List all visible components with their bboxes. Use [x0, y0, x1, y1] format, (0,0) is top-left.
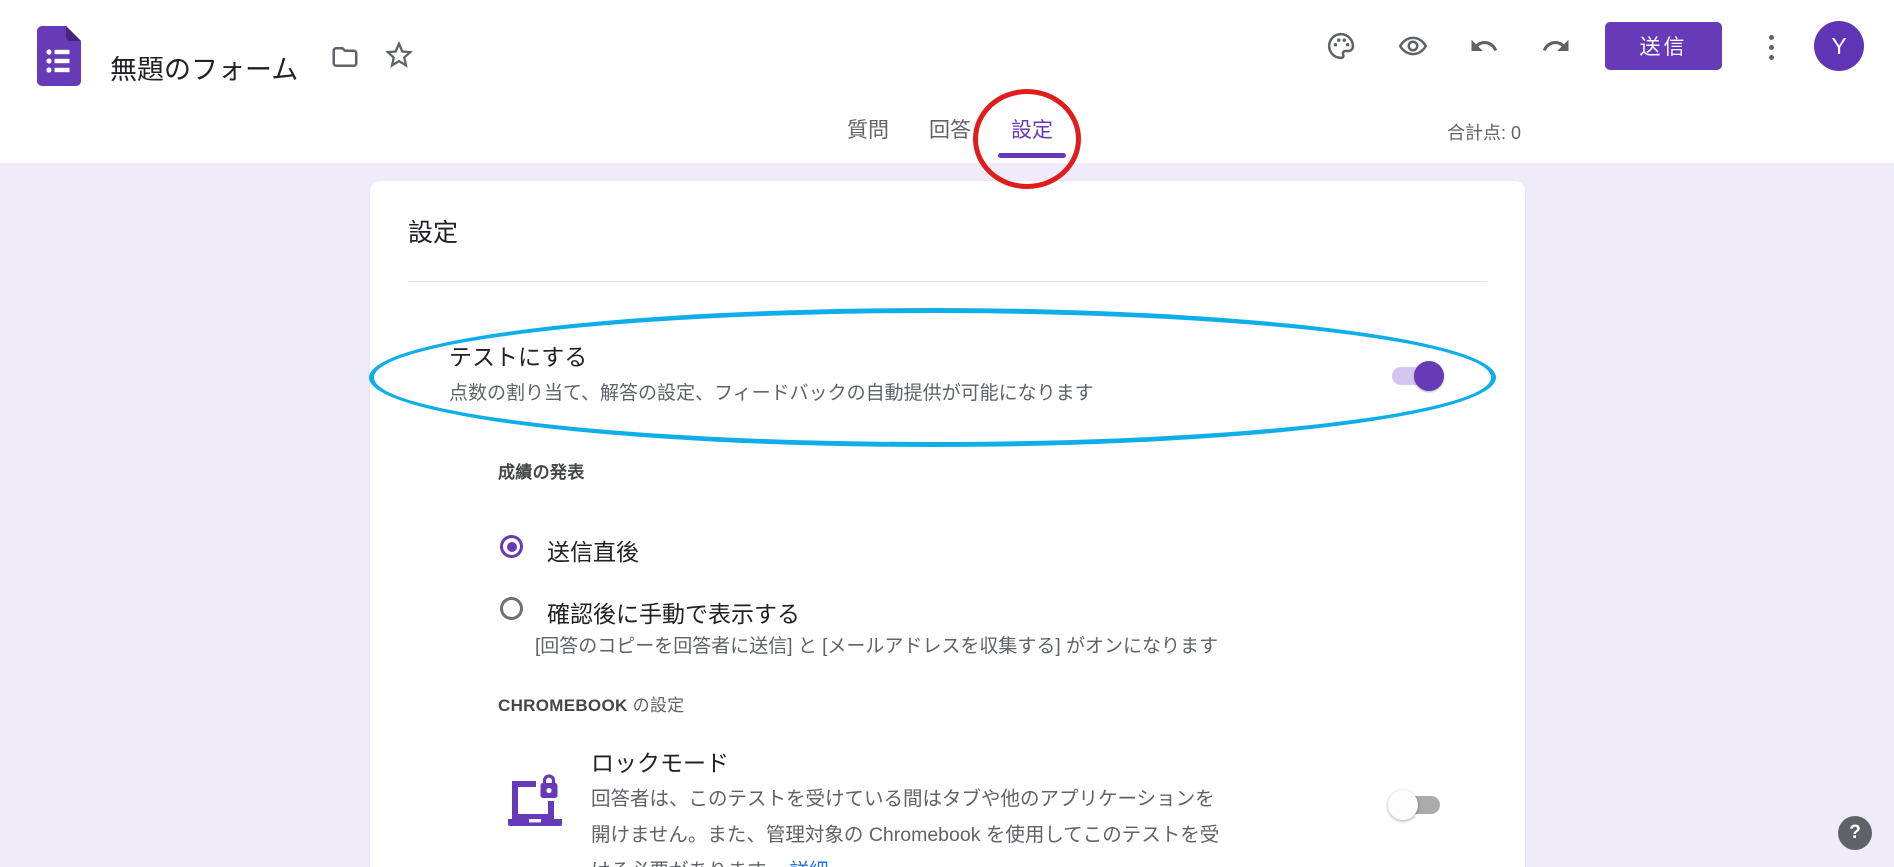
chromebook-label-caps: CHROMEBOOK [498, 696, 628, 715]
star-icon[interactable] [384, 40, 414, 70]
radio-release-immediately[interactable] [500, 535, 523, 558]
lock-mode-desc-line2: 開けません。また、管理対象の Chromebook を使用してこのテストを受 [591, 824, 1219, 846]
tab-questions-label: 質問 [847, 119, 889, 142]
grade-release-label: 成績の発表 [498, 458, 585, 483]
tab-responses-label: 回答 [929, 119, 971, 142]
tab-responses[interactable]: 回答 [929, 114, 971, 144]
quiz-mode-description: 点数の割り当て、解答の設定、フィードバックの自動提供が可能になります [449, 378, 1094, 405]
tab-settings[interactable]: 設定 [1011, 114, 1053, 144]
learn-more-link[interactable]: 詳細 [789, 860, 828, 867]
lock-mode-description: 回答者は、このテストを受けている間はタブや他のアプリケーションを 開けません。ま… [591, 781, 1219, 867]
active-tab-underline [998, 153, 1066, 158]
lock-mode-toggle[interactable] [1388, 789, 1444, 821]
radio-release-manually-note: [回答のコピーを回答者に送信] と [メールアドレスを収集する] がオンになりま… [535, 631, 1218, 658]
settings-card: 設定 テストにする 点数の割り当て、解答の設定、フィードバックの自動提供が可能に… [370, 181, 1525, 867]
form-title[interactable]: 無題のフォーム [110, 48, 298, 87]
account-avatar[interactable]: Y [1814, 21, 1864, 71]
send-button[interactable]: 送信 [1605, 22, 1722, 70]
total-points: 合計点: 0 [1447, 119, 1521, 145]
quiz-toggle-thumb [1414, 361, 1444, 391]
tab-settings-label: 設定 [1011, 119, 1053, 142]
more-options-icon[interactable] [1758, 30, 1784, 64]
lock-mode-desc-line1: 回答者は、このテストを受けている間はタブや他のアプリケーションを [591, 788, 1215, 810]
move-folder-icon[interactable] [330, 42, 360, 72]
google-forms-app: 無題のフォーム [0, 0, 1894, 867]
card-divider [408, 281, 1487, 282]
redo-icon[interactable] [1541, 31, 1571, 61]
lock-toggle-thumb [1388, 790, 1418, 820]
chromebook-section-label: CHROMEBOOK の設定 [498, 691, 685, 716]
undo-icon[interactable] [1469, 31, 1499, 61]
theme-palette-icon[interactable] [1326, 31, 1356, 61]
lock-mode-laptop-icon [506, 773, 564, 833]
radio-release-manually[interactable] [500, 597, 523, 620]
radio-release-manually-label[interactable]: 確認後に手動で表示する [547, 595, 800, 629]
settings-heading: 設定 [408, 213, 458, 249]
lock-mode-desc-line3: ける必要があります。 [591, 860, 784, 867]
quiz-mode-toggle[interactable] [1388, 360, 1444, 392]
chromebook-label-rest: の設定 [628, 696, 685, 715]
radio-release-immediately-label[interactable]: 送信直後 [547, 533, 639, 567]
tab-bar: 質問 回答 設定 [847, 114, 1053, 144]
help-button[interactable]: ? [1838, 816, 1872, 850]
tab-questions[interactable]: 質問 [847, 114, 889, 144]
top-bar: 無題のフォーム [0, 0, 1894, 163]
lock-mode-title: ロックモード [591, 744, 729, 778]
quiz-mode-title: テストにする [449, 338, 587, 372]
forms-logo-icon[interactable] [37, 26, 81, 86]
preview-eye-icon[interactable] [1398, 31, 1428, 61]
